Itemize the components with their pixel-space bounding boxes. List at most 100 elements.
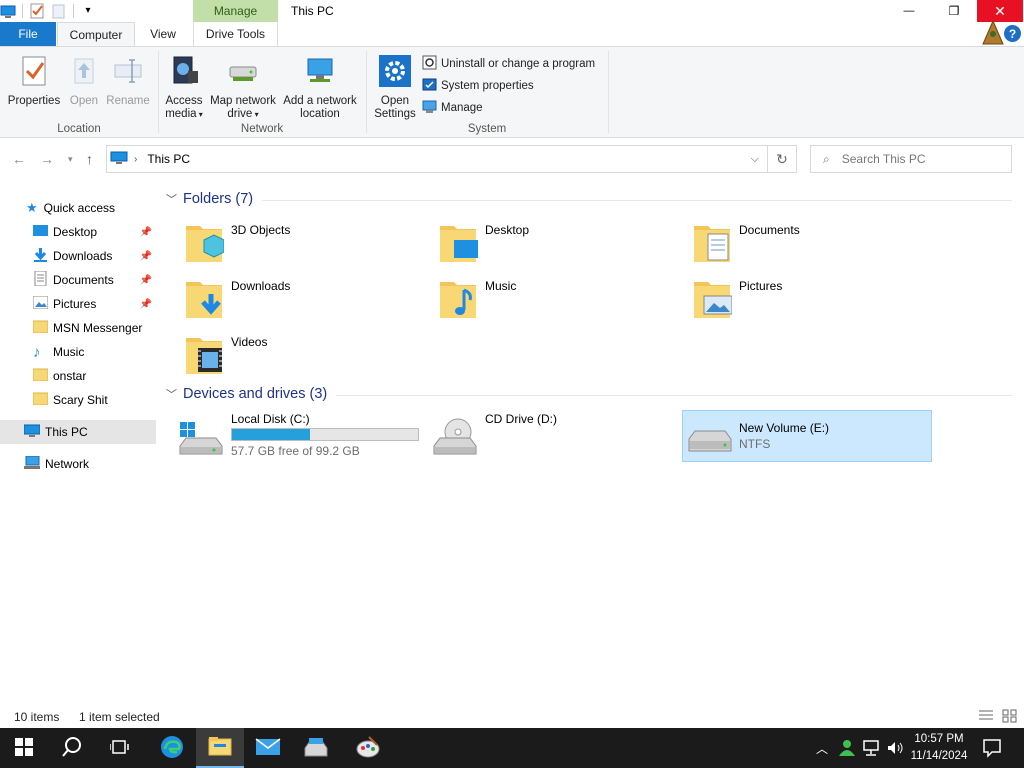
- folder-music[interactable]: Music: [436, 274, 686, 326]
- search-button[interactable]: [48, 728, 96, 768]
- map-network-drive-label: Map network drive: [210, 95, 276, 120]
- drive-new-volume-e[interactable]: New Volume (E:) NTFS: [682, 410, 932, 462]
- nav-item-downloads[interactable]: Downloads 📌: [0, 244, 156, 268]
- customize-toolbar-icon[interactable]: ▾: [80, 3, 96, 19]
- show-hidden-icons-icon[interactable]: ︿: [816, 740, 828, 757]
- nav-item-msn-messenger[interactable]: MSN Messenger: [0, 316, 156, 340]
- pin-icon[interactable]: 📌: [140, 251, 152, 262]
- taskbar-drive-app[interactable]: [292, 728, 340, 768]
- nav-item-label: MSN Messenger: [53, 321, 143, 335]
- documents-folder-icon: [692, 220, 732, 267]
- pin-icon[interactable]: 📌: [140, 299, 152, 310]
- nav-item-scary-shit[interactable]: Scary Shit: [0, 388, 156, 412]
- drive-cd-d[interactable]: CD Drive (D:): [433, 410, 686, 462]
- folder-documents[interactable]: Documents: [690, 218, 940, 270]
- nav-quick-access[interactable]: ★ Quick access: [0, 196, 156, 220]
- system-clock[interactable]: 10:57 PM 11/14/2024: [908, 731, 970, 765]
- breadcrumb-this-pc[interactable]: This PC: [147, 152, 190, 166]
- open-icon: [64, 55, 104, 91]
- nav-item-desktop[interactable]: Desktop 📌: [0, 220, 156, 244]
- add-network-location-button[interactable]: Add a network location: [280, 55, 360, 121]
- minimize-button[interactable]: —: [886, 0, 932, 22]
- uninstall-icon: [422, 55, 437, 73]
- nav-network[interactable]: Network: [0, 452, 156, 476]
- task-view-button[interactable]: [96, 728, 144, 768]
- nav-item-onstar[interactable]: onstar: [0, 364, 156, 388]
- address-dropdown-icon[interactable]: ⌵: [751, 153, 759, 166]
- start-button[interactable]: [0, 728, 48, 768]
- properties-button[interactable]: Properties: [4, 55, 64, 108]
- refresh-button[interactable]: ↻: [767, 145, 797, 173]
- volume-icon[interactable]: [886, 739, 904, 760]
- forward-arrow-icon[interactable]: →: [40, 151, 54, 167]
- taskbar-edge[interactable]: [148, 728, 196, 768]
- pin-icon[interactable]: 📌: [140, 227, 152, 238]
- recent-locations-icon[interactable]: ▾: [68, 154, 73, 165]
- nav-item-label: onstar: [53, 369, 87, 383]
- folder-pictures[interactable]: Pictures: [690, 274, 940, 326]
- map-network-drive-button[interactable]: Map network drive ▾: [206, 55, 280, 121]
- folder-label: Downloads: [231, 279, 291, 293]
- nav-item-label: Documents: [53, 273, 114, 287]
- network-tray-icon[interactable]: [862, 739, 880, 760]
- folder-icon: [32, 320, 49, 336]
- ribbon-tabs: File Computer View Drive Tools ?: [0, 19, 1024, 46]
- manage-button[interactable]: Manage: [422, 99, 483, 117]
- drive-app-icon: [303, 736, 329, 761]
- large-icons-view-icon[interactable]: [1002, 709, 1018, 726]
- breadcrumb-chevron-icon[interactable]: ›: [134, 154, 137, 165]
- access-media-button[interactable]: Access media ▾: [162, 55, 206, 121]
- folder-label: Pictures: [739, 279, 783, 293]
- folder-label: Music: [485, 279, 517, 293]
- folder-downloads[interactable]: Downloads: [182, 274, 432, 326]
- folder-3d-objects[interactable]: 3D Objects: [182, 218, 432, 270]
- taskbar-mail[interactable]: [244, 728, 292, 768]
- user-status-icon[interactable]: [838, 739, 856, 760]
- access-media-icon: [162, 55, 206, 91]
- notifications-icon[interactable]: [982, 738, 1002, 761]
- back-arrow-icon[interactable]: ←: [12, 151, 26, 167]
- close-button[interactable]: ✕: [977, 0, 1023, 22]
- open-button[interactable]: Open: [64, 55, 104, 108]
- restore-button[interactable]: ❐: [931, 0, 977, 22]
- help-button[interactable]: ?: [1004, 25, 1021, 42]
- nav-this-pc-label: This PC: [45, 425, 88, 439]
- restore-icon: ❐: [948, 4, 960, 18]
- folders-section-header[interactable]: ﹀ Folders (7): [166, 191, 253, 207]
- tab-computer[interactable]: Computer: [57, 22, 135, 46]
- dropdown-arrow-icon: ▾: [252, 110, 259, 119]
- taskbar-file-explorer[interactable]: [196, 728, 244, 768]
- tab-file[interactable]: File: [0, 22, 56, 46]
- clock-time: 10:57 PM: [914, 733, 964, 745]
- details-view-icon[interactable]: [978, 709, 994, 726]
- window-title: This PC: [291, 4, 334, 18]
- group-label-system: System: [467, 123, 507, 135]
- search-placeholder: Search This PC: [841, 152, 926, 166]
- rename-button[interactable]: Rename: [104, 55, 152, 108]
- system-properties-button[interactable]: System properties: [422, 77, 534, 95]
- user-avatar[interactable]: [982, 19, 1004, 46]
- pin-icon[interactable]: 📌: [140, 275, 152, 286]
- nav-item-pictures[interactable]: Pictures 📌: [0, 292, 156, 316]
- taskbar-paint-app[interactable]: [344, 728, 392, 768]
- search-icon: ⌕: [823, 151, 830, 166]
- drives-section-header[interactable]: ﹀ Devices and drives (3): [166, 386, 327, 402]
- nav-item-documents[interactable]: Documents 📌: [0, 268, 156, 292]
- folder-videos[interactable]: Videos: [182, 330, 432, 382]
- tab-drive-tools[interactable]: Drive Tools: [193, 22, 278, 46]
- open-settings-button[interactable]: Open Settings: [370, 55, 420, 121]
- search-input[interactable]: ⌕ Search This PC: [810, 145, 1012, 173]
- nav-this-pc[interactable]: This PC: [0, 420, 156, 444]
- nav-item-music[interactable]: ♪ Music: [0, 340, 156, 364]
- folder-label: 3D Objects: [231, 223, 291, 237]
- new-folder-quick-icon[interactable]: [51, 3, 67, 19]
- uninstall-program-button[interactable]: Uninstall or change a program: [422, 55, 595, 73]
- folder-desktop[interactable]: Desktop: [436, 218, 686, 270]
- up-arrow-icon[interactable]: ↑: [86, 151, 93, 167]
- videos-folder-icon: [184, 332, 224, 379]
- tab-view[interactable]: View: [138, 22, 188, 46]
- address-bar[interactable]: › This PC ⌵: [106, 145, 768, 173]
- drive-local-disk-c[interactable]: Local Disk (C:) 57.7 GB free of 99.2 GB: [179, 410, 432, 462]
- this-pc-icon[interactable]: [0, 3, 16, 19]
- properties-quick-icon[interactable]: [29, 3, 45, 19]
